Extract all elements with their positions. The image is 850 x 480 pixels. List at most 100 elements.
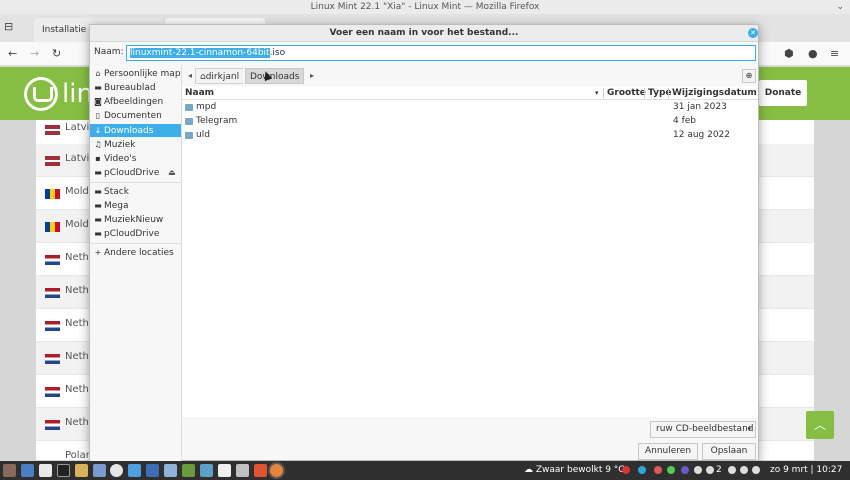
sidebar-item-muzieknieuw[interactable]: ▬ MuziekNieuw	[90, 213, 181, 226]
mint-logo-icon[interactable]	[24, 77, 58, 111]
flag-icon	[45, 125, 60, 135]
show-desktop-icon[interactable]	[21, 464, 34, 477]
app-icon[interactable]	[182, 464, 195, 477]
app-icon[interactable]	[236, 464, 249, 477]
column-size[interactable]: Grootte	[607, 86, 646, 100]
folder-icon: ▬	[94, 187, 102, 196]
flag-icon	[45, 255, 60, 265]
back-icon[interactable]: ←	[8, 47, 17, 60]
tray-icon[interactable]	[728, 466, 736, 474]
places-sidebar: ⌂ Persoonlijke map ▬ Bureaublad ◙ Afbeeldin…	[90, 65, 182, 461]
sidebar-item-downloads[interactable]: ↓ Downloads	[90, 124, 181, 137]
sidebar-item-other-locations[interactable]: + Andere locaties	[90, 246, 181, 259]
list-item[interactable]: Telegram 4 feb	[182, 115, 758, 128]
donate-button[interactable]: Donate	[759, 80, 807, 106]
save-button[interactable]: Opslaan	[702, 443, 756, 460]
music-icon: ♫	[94, 140, 102, 149]
file-list: Naam ▾ Grootte Type Wijzigingsdatum mpd 3…	[182, 86, 758, 417]
dropdown-arrow-icon: ▾	[747, 425, 751, 433]
tray-icon[interactable]	[694, 466, 702, 474]
weather-applet[interactable]: ☁ Zwaar bewolkt 9 °C	[524, 461, 625, 480]
volume-icon[interactable]	[752, 466, 760, 474]
avatar[interactable]	[3, 464, 16, 477]
tab-list-icon[interactable]: ⊟	[4, 20, 18, 34]
list-item[interactable]: mpd 31 jan 2023	[182, 101, 758, 114]
cancel-button[interactable]: Annuleren	[638, 443, 698, 460]
flag-icon	[45, 288, 60, 298]
tray-icon[interactable]	[706, 466, 714, 474]
sidebar-item-pclouddrive[interactable]: ▬ pCloudDrive ⏏	[90, 166, 181, 179]
terminal-icon[interactable]	[57, 464, 70, 477]
account-icon[interactable]: ●	[808, 47, 818, 60]
column-separator	[603, 88, 604, 98]
eject-icon[interactable]: ⏏	[168, 166, 176, 179]
sort-down-icon: ▾	[595, 89, 599, 97]
tray-icon[interactable]	[681, 466, 689, 474]
sidebar-item-pclouddrive-folder[interactable]: ▬ pCloudDrive	[90, 227, 181, 240]
workspace-indicator[interactable]: 2	[716, 461, 722, 480]
brave-icon[interactable]	[254, 464, 267, 477]
microphone-icon[interactable]	[93, 464, 106, 477]
camera-icon: ◙	[94, 97, 102, 106]
path-button-downloads[interactable]: Downloads	[245, 68, 305, 84]
filename-extension: .iso	[269, 48, 286, 58]
sidebar-item-pictures[interactable]: ◙ Afbeeldingen	[90, 95, 181, 108]
flag-icon	[45, 387, 60, 397]
chevron-down-icon[interactable]: ⌄	[836, 0, 844, 14]
sidebar-item-stack[interactable]: ▬ Stack	[90, 185, 181, 198]
tray-icon[interactable]	[638, 466, 646, 474]
sidebar-item-music[interactable]: ♫ Muziek	[90, 138, 181, 151]
clock[interactable]: zo 9 mrt | 10:27	[770, 461, 842, 480]
music-player-icon[interactable]	[110, 464, 123, 477]
sidebar-item-desktop[interactable]: ▬ Bureaublad	[90, 81, 181, 94]
new-folder-button[interactable]: ⊕	[742, 69, 756, 83]
filename-selected-text: linuxmint-22.1-cinnamon-64bit	[130, 48, 270, 58]
sidebar-item-videos[interactable]: ▪ Video's	[90, 152, 181, 165]
new-folder-icon: ⊕	[745, 71, 753, 80]
flag-icon	[45, 189, 60, 199]
file-type-filter[interactable]: ruw CD-beeldbestand ▾	[650, 421, 756, 438]
drive-icon: ▬	[94, 168, 102, 177]
scroll-to-top-button[interactable]: ︿	[806, 411, 834, 439]
list-item[interactable]: uld 12 aug 2022	[182, 129, 758, 142]
save-file-dialog: Voer een naam in voor het bestand... ✕ N…	[89, 24, 759, 461]
taskbar: ☁ Zwaar bewolkt 9 °C 2 zo 9 mrt | 10:27	[0, 461, 850, 480]
folder-icon: ▬	[94, 201, 102, 210]
tray-icon[interactable]	[622, 466, 630, 474]
chevron-up-icon: ︿	[813, 418, 826, 432]
cloud-icon: ☁	[524, 465, 533, 475]
path-button-home[interactable]: ⌂dirkjanl	[195, 68, 244, 84]
close-icon[interactable]: ✕	[748, 28, 758, 38]
text-editor-icon[interactable]	[39, 464, 52, 477]
network-icon[interactable]	[740, 466, 748, 474]
app-icon[interactable]	[146, 464, 159, 477]
chevron-right-icon[interactable]: ▸	[307, 68, 317, 84]
tray-icon[interactable]	[654, 466, 662, 474]
scrollbar[interactable]	[747, 101, 755, 416]
reload-icon[interactable]: ↻	[52, 47, 61, 60]
app-icon[interactable]	[164, 464, 177, 477]
extensions-icon[interactable]: ⬢	[784, 47, 794, 60]
sidebar-item-mega[interactable]: ▬ Mega	[90, 199, 181, 212]
column-separator	[644, 88, 645, 98]
folder-icon: ▬	[94, 215, 102, 224]
forward-icon[interactable]: →	[30, 47, 39, 60]
filename-input[interactable]: linuxmint-22.1-cinnamon-64bit.iso	[126, 45, 756, 61]
app-icon[interactable]	[200, 464, 213, 477]
list-header: Naam ▾ Grootte Type Wijzigingsdatum	[182, 86, 758, 100]
video-icon: ▪	[95, 154, 101, 163]
firefox-icon[interactable]	[270, 464, 283, 477]
document-icon[interactable]	[218, 464, 231, 477]
sidebar-divider	[90, 182, 181, 183]
sidebar-item-home[interactable]: ⌂ Persoonlijke map	[90, 67, 181, 80]
sidebar-item-documents[interactable]: ▯ Documenten	[90, 109, 181, 122]
column-modified[interactable]: Wijzigingsdatum	[672, 86, 757, 100]
download-icon: ↓	[94, 126, 102, 135]
chevron-left-icon[interactable]: ◂	[185, 68, 195, 84]
menu-icon[interactable]: ≡	[830, 47, 839, 60]
app-icon[interactable]	[128, 464, 141, 477]
column-name[interactable]: Naam	[185, 86, 214, 100]
tray-icon[interactable]	[667, 466, 675, 474]
window-titlebar: Linux Mint 22.1 "Xia" - Linux Mint — Moz…	[0, 0, 850, 14]
files-icon[interactable]	[75, 464, 88, 477]
